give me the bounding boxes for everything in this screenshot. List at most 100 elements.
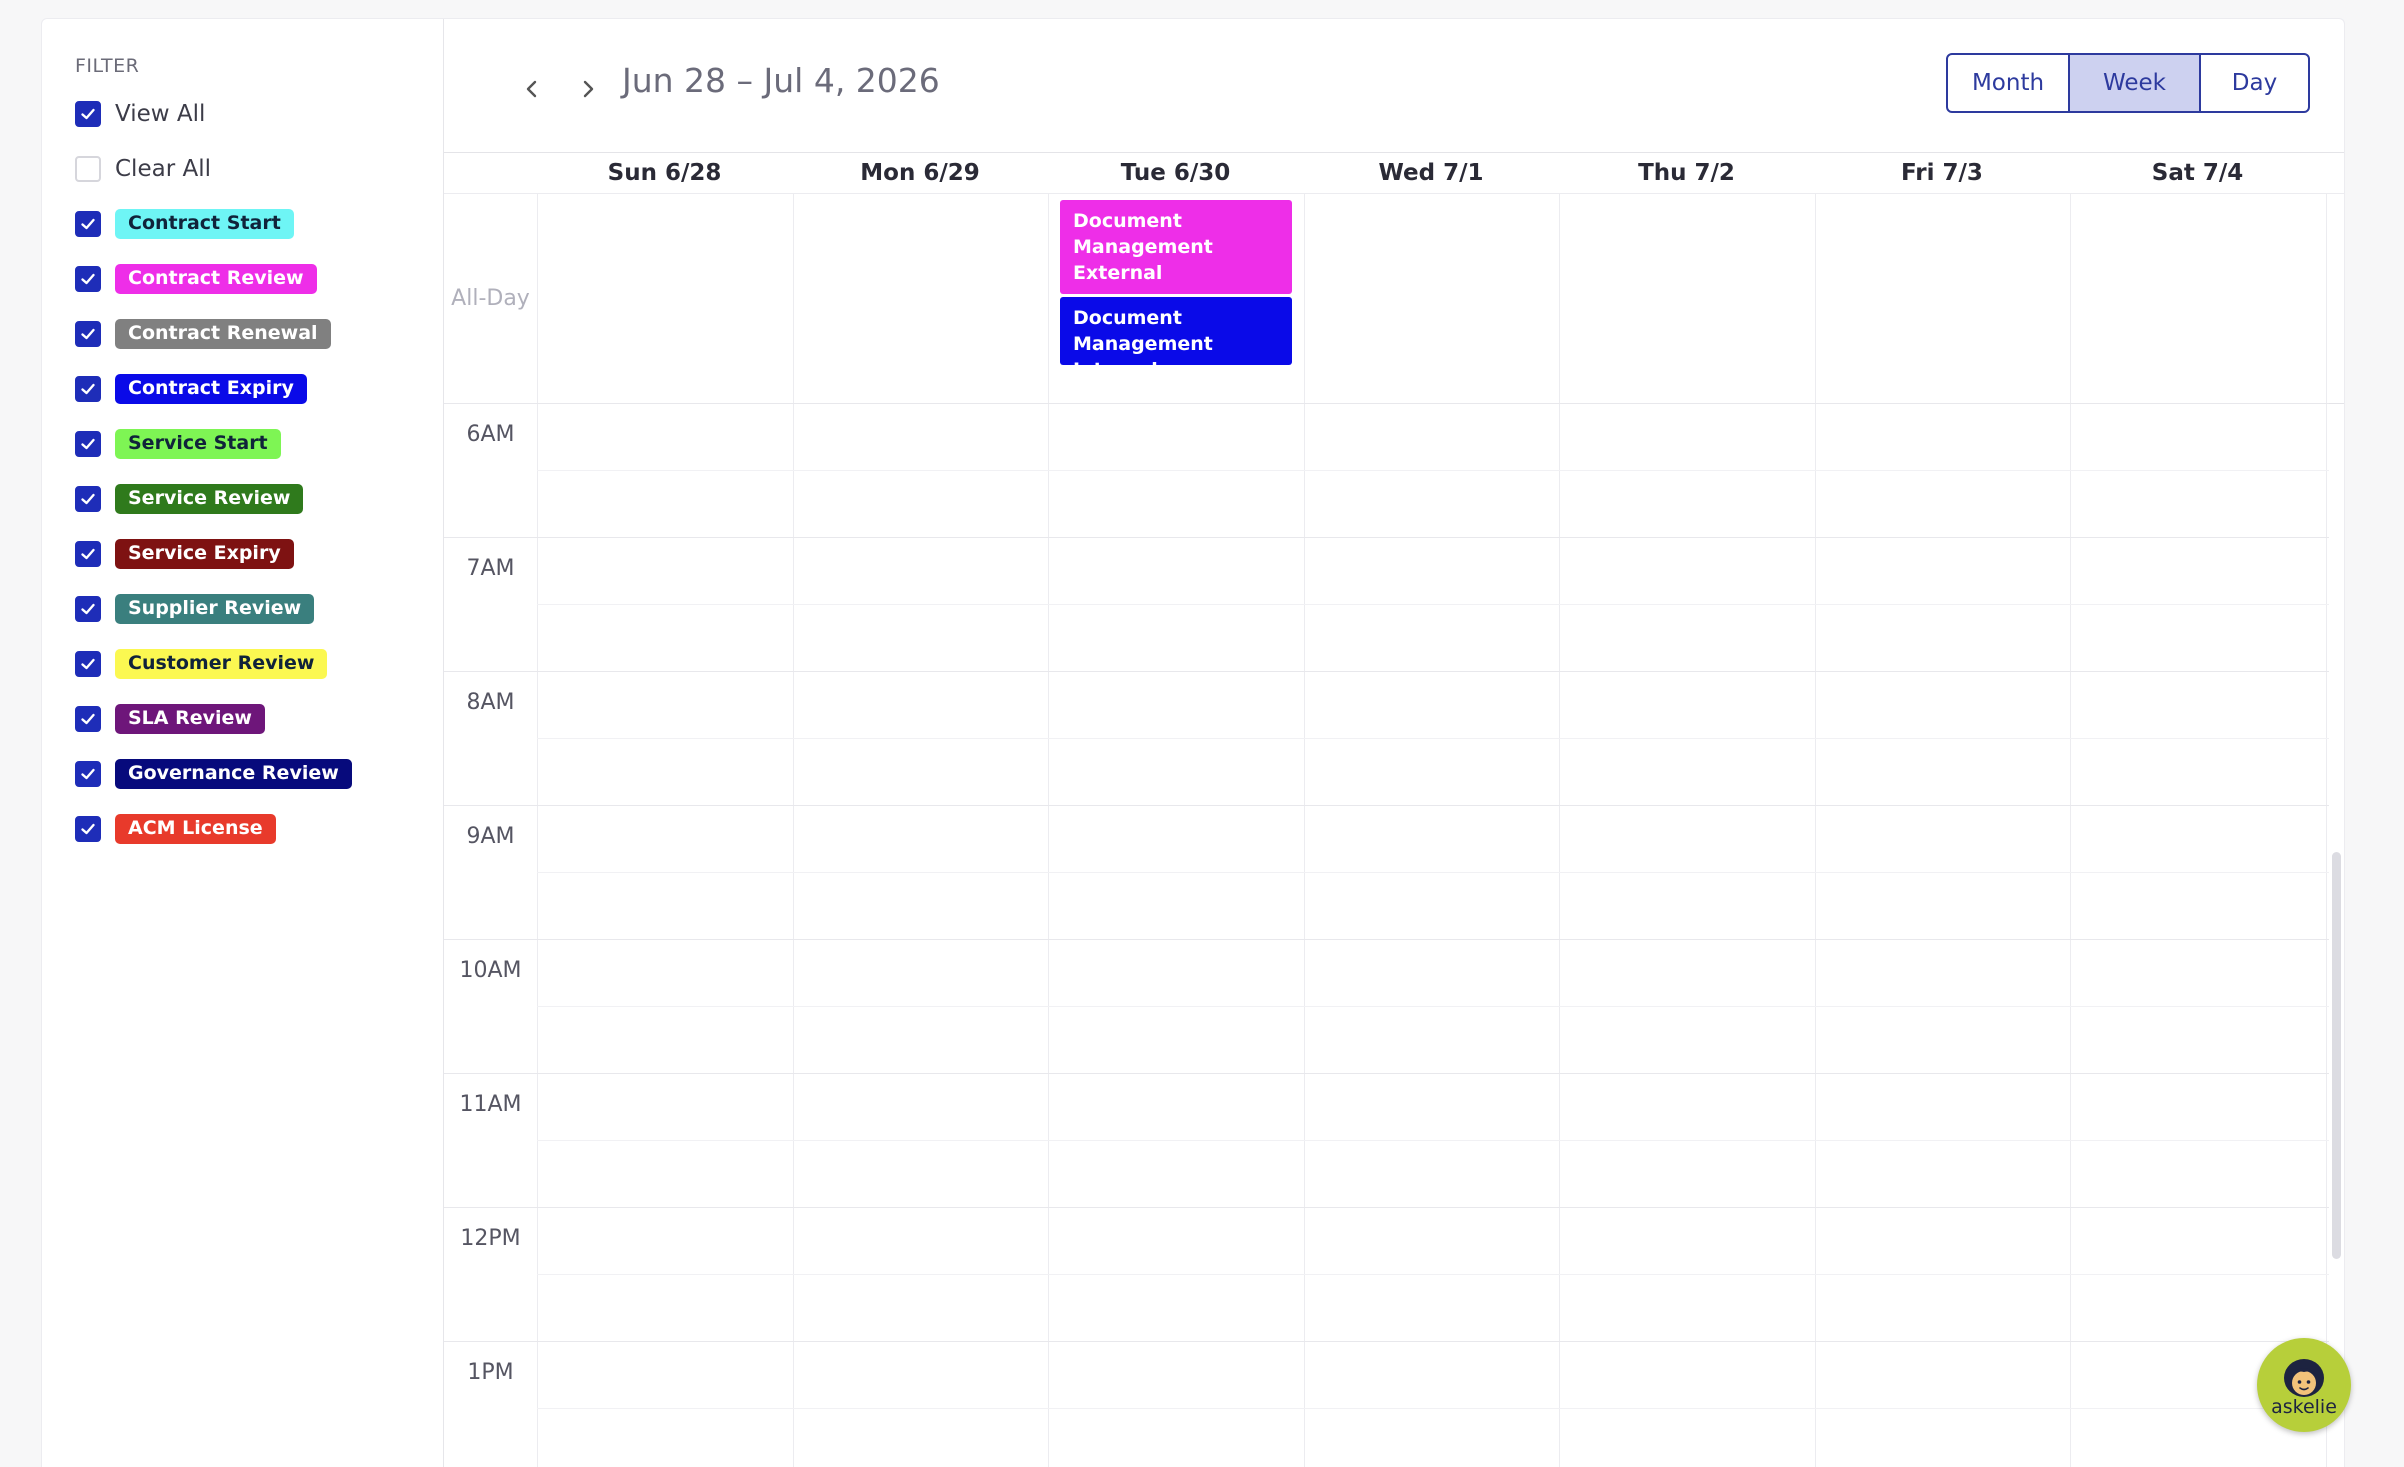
day-view-button[interactable]: Day	[2199, 55, 2308, 111]
hour-line	[444, 1073, 2329, 1074]
check-icon	[81, 548, 95, 560]
all-day-row: All-Day	[444, 193, 2344, 404]
filter-item[interactable]: Governance Review	[75, 757, 352, 791]
filter-tag: Contract Renewal	[115, 319, 331, 349]
askelie-label: askelie	[2271, 1396, 2337, 1418]
column-divider	[2325, 193, 2327, 1467]
calendar-main: Jun 28 – Jul 4, 2026 Month Week Day Sun …	[444, 19, 2344, 1467]
filter-item[interactable]: Service Expiry	[75, 537, 294, 571]
day-header: Sat 7/4	[2151, 160, 2244, 186]
filter-item[interactable]: SLA Review	[75, 702, 265, 736]
check-icon	[81, 383, 95, 395]
month-view-button[interactable]: Month	[1948, 55, 2068, 111]
time-label: 8AM	[466, 690, 515, 715]
filter-item[interactable]: Contract Review	[75, 262, 317, 296]
check-icon	[81, 823, 95, 835]
filter-item[interactable]: Contract Renewal	[75, 317, 331, 351]
time-label: 7AM	[466, 556, 515, 581]
day-header: Tue 6/30	[1120, 160, 1231, 186]
half-hour-line	[537, 470, 2329, 471]
day-header: Thu 7/2	[1638, 160, 1735, 186]
clear-all-row[interactable]: Clear All	[75, 152, 211, 186]
check-icon	[81, 658, 95, 670]
all-day-event[interactable]: Document Management Internal	[1060, 297, 1292, 381]
chevron-left-icon	[526, 80, 537, 98]
day-header: Mon 6/29	[860, 160, 980, 186]
filter-checkbox[interactable]	[75, 486, 101, 512]
check-icon	[81, 603, 95, 615]
view-all-label: View All	[115, 101, 206, 127]
filter-item[interactable]: Contract Start	[75, 207, 294, 241]
column-divider	[1303, 193, 1305, 1467]
check-icon	[81, 108, 95, 120]
filter-tag: Supplier Review	[115, 594, 315, 624]
filter-item[interactable]: ACM License	[75, 812, 276, 846]
filter-item[interactable]: Supplier Review	[75, 592, 315, 626]
day-header: Wed 7/1	[1378, 160, 1484, 186]
column-divider	[1559, 193, 1560, 1467]
all-day-event[interactable]: Document Management External	[1060, 200, 1292, 294]
hour-line	[444, 1207, 2329, 1208]
filter-checkbox[interactable]	[75, 211, 101, 237]
filter-tag: Service Review	[115, 484, 304, 514]
filter-checkbox[interactable]	[75, 816, 101, 842]
filter-tag: Contract Expiry	[115, 374, 307, 404]
filter-item[interactable]: Contract Expiry	[75, 372, 307, 406]
day-header: Fri 7/3	[1901, 160, 1983, 186]
vertical-scrollbar[interactable]	[2332, 852, 2341, 1259]
half-hour-line	[537, 872, 2329, 873]
next-week-button[interactable]	[568, 69, 608, 109]
column-divider	[1814, 193, 1816, 1467]
filter-tag: Governance Review	[115, 759, 352, 789]
hour-line	[444, 805, 2329, 806]
filter-checkbox[interactable]	[75, 266, 101, 292]
time-label: 10AM	[459, 958, 522, 983]
half-hour-line	[537, 1408, 2329, 1409]
view-all-checkbox[interactable]	[75, 101, 101, 127]
day-headers: Sun 6/28 Mon 6/29 Tue 6/30 Wed 7/1 Thu 7/2 Fr…	[537, 153, 2344, 193]
filter-item[interactable]: Service Start	[75, 427, 281, 461]
filter-tag: SLA Review	[115, 704, 265, 734]
all-day-label: All-Day	[451, 286, 530, 311]
filter-tag: Customer Review	[115, 649, 328, 679]
filter-tag: ACM License	[115, 814, 276, 844]
filter-checkbox[interactable]	[75, 321, 101, 347]
column-divider	[537, 193, 538, 1467]
hour-line	[444, 1341, 2329, 1342]
half-hour-line	[537, 1006, 2329, 1007]
half-hour-line	[537, 1140, 2329, 1141]
view-all-row[interactable]: View All	[75, 97, 205, 131]
filter-tag: Contract Start	[115, 209, 294, 239]
check-icon	[81, 273, 95, 285]
column-divider	[1048, 193, 1049, 1467]
filter-item[interactable]: Customer Review	[75, 647, 328, 681]
filter-checkbox[interactable]	[75, 541, 101, 567]
filter-sidebar: FILTER View All Clear All Contract Start…	[42, 19, 444, 1467]
filter-tag: Service Expiry	[115, 539, 294, 569]
column-divider	[792, 193, 794, 1467]
filter-checkbox[interactable]	[75, 706, 101, 732]
prev-week-button[interactable]	[512, 69, 552, 109]
check-icon	[81, 438, 95, 450]
clear-all-checkbox[interactable]	[75, 156, 101, 182]
week-grid: Sun 6/28 Mon 6/29 Tue 6/30 Wed 7/1 Thu 7/2 Fr…	[444, 152, 2344, 1467]
filter-checkbox[interactable]	[75, 431, 101, 457]
askelie-assistant-button[interactable]: askelie	[2257, 1338, 2351, 1432]
chevron-right-icon	[583, 80, 594, 98]
view-switcher: Month Week Day	[1946, 53, 2310, 113]
week-view-button[interactable]: Week	[2068, 55, 2199, 111]
filter-checkbox[interactable]	[75, 596, 101, 622]
hour-line	[444, 939, 2329, 940]
filter-checkbox[interactable]	[75, 651, 101, 677]
filter-tag: Service Start	[115, 429, 281, 459]
hour-line	[444, 537, 2329, 538]
half-hour-line	[537, 1274, 2329, 1275]
column-divider	[2070, 193, 2071, 1467]
filter-item[interactable]: Service Review	[75, 482, 304, 516]
filter-checkbox[interactable]	[75, 376, 101, 402]
filter-checkbox[interactable]	[75, 761, 101, 787]
check-icon	[81, 328, 95, 340]
half-hour-line	[537, 738, 2329, 739]
clear-all-label: Clear All	[115, 156, 211, 182]
time-label: 6AM	[466, 422, 515, 447]
